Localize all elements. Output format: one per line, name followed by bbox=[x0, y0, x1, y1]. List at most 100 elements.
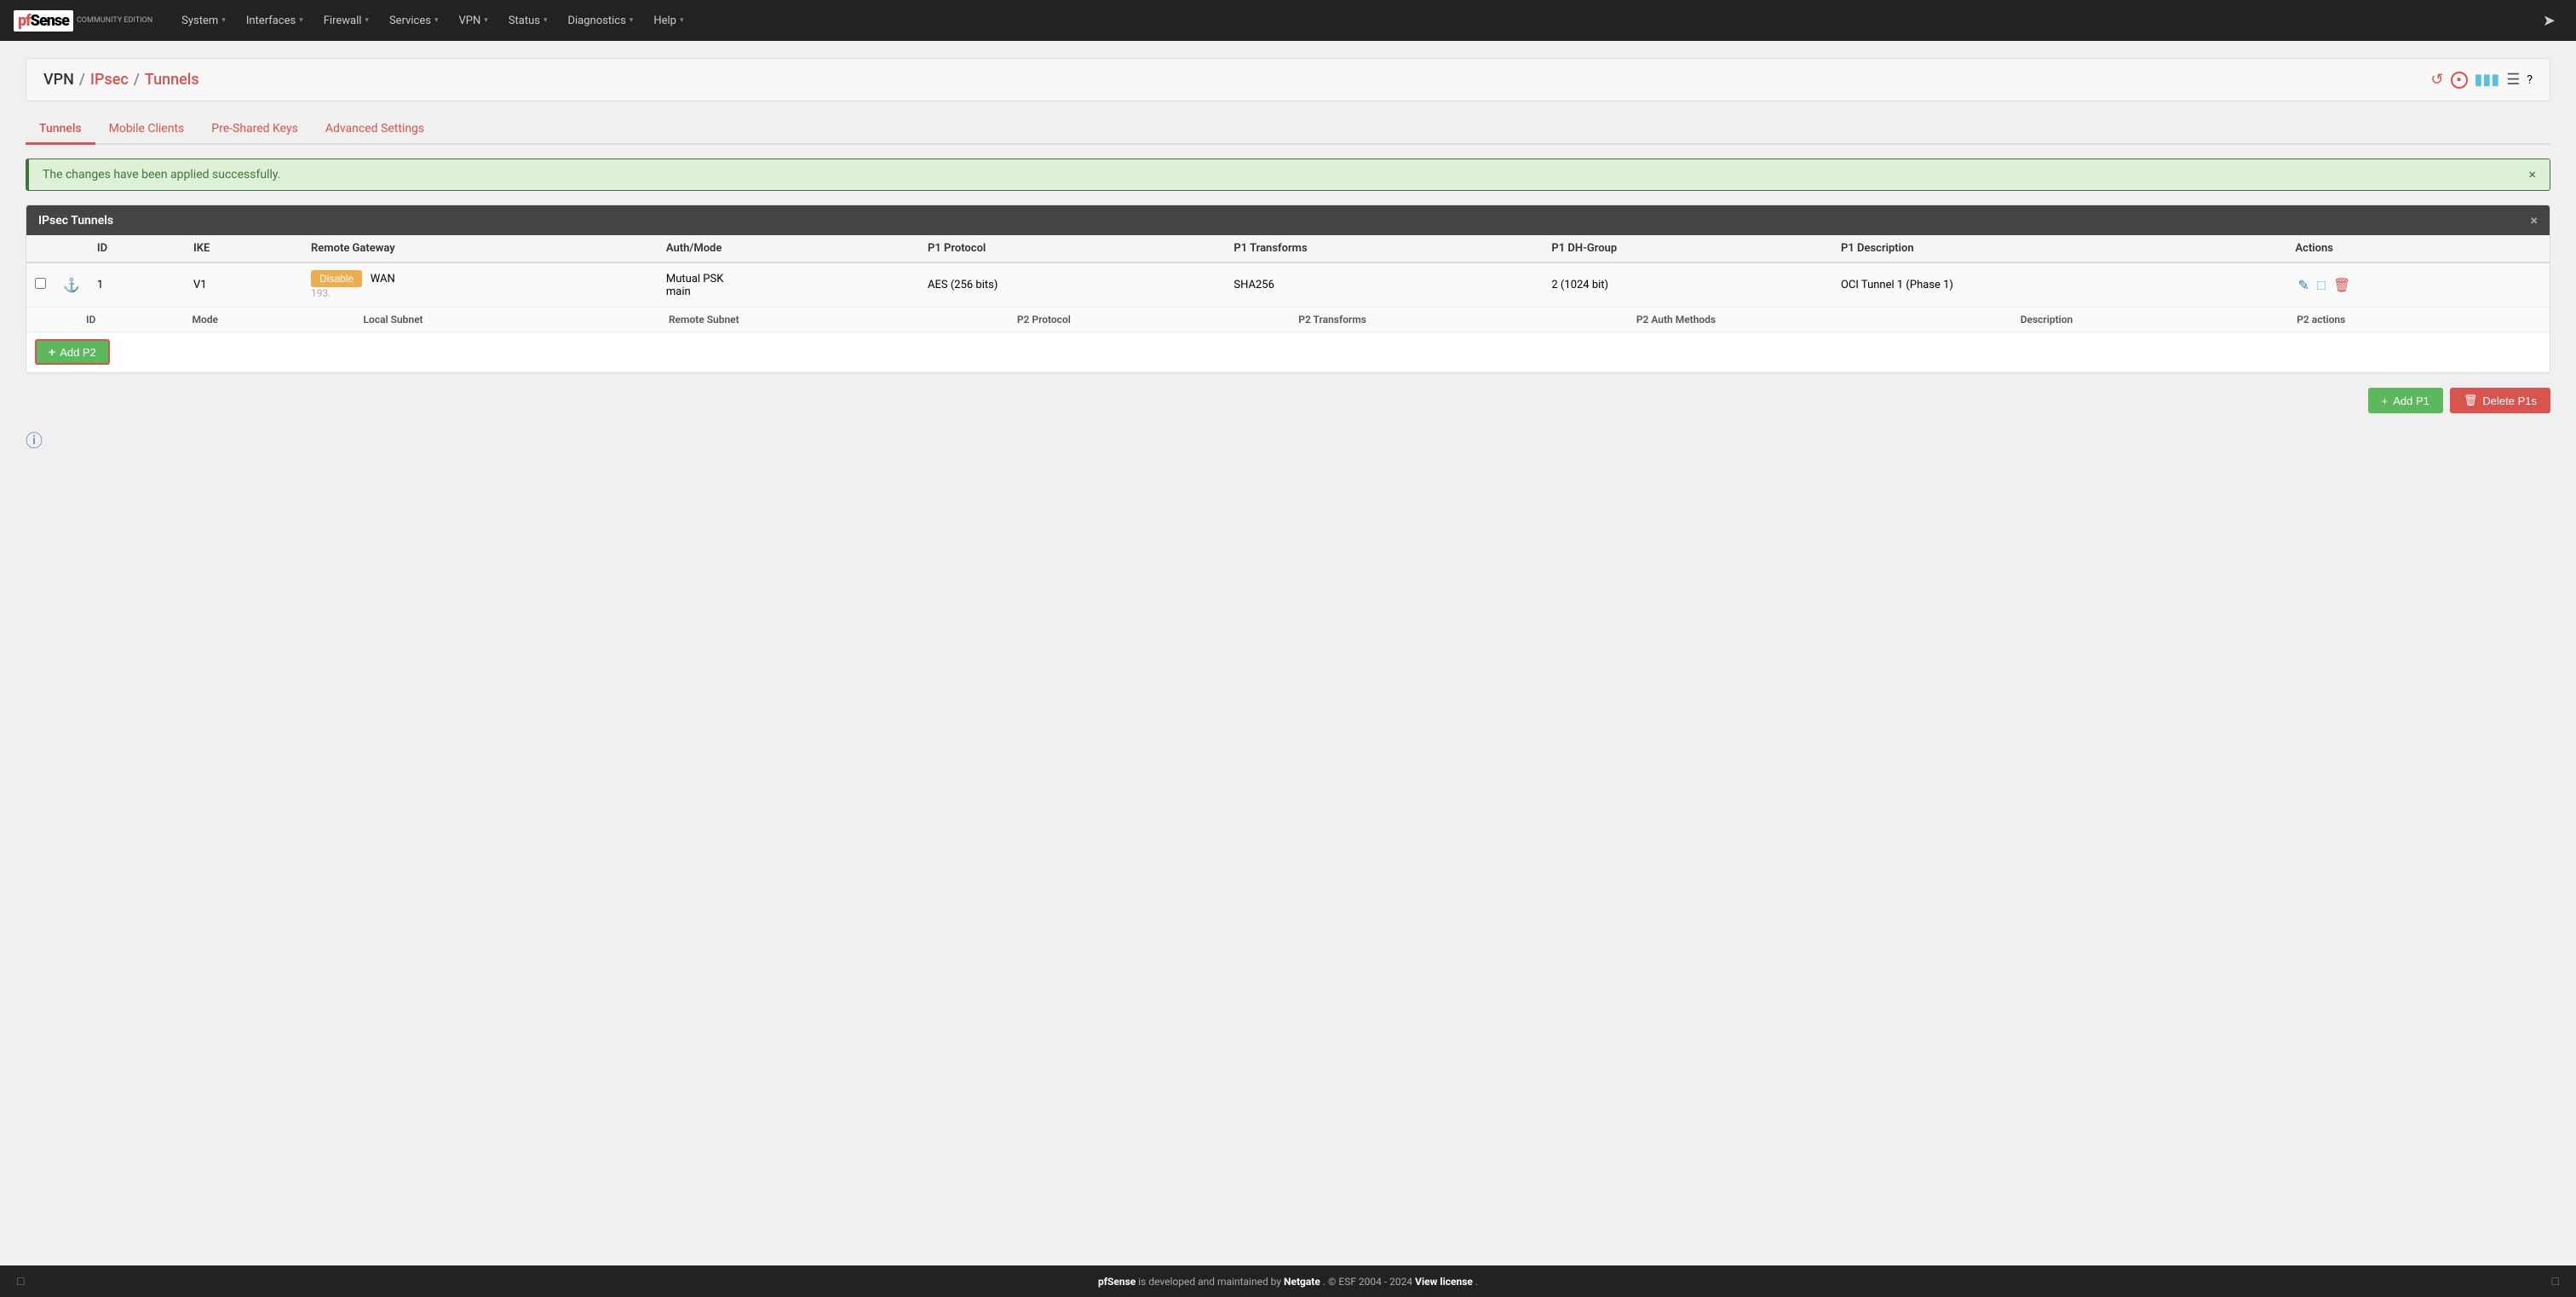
add-p2-label: Add P2 bbox=[60, 346, 96, 359]
anchor-icon[interactable]: ⚓ bbox=[63, 277, 80, 293]
tabs: Tunnels Mobile Clients Pre-Shared Keys A… bbox=[26, 115, 2550, 145]
footer-netgate: Netgate bbox=[1284, 1276, 1320, 1288]
breadcrumb-ipsec[interactable]: IPsec bbox=[90, 71, 129, 89]
content-wrapper: VPN / IPsec / Tunnels ↺ ● ▮▮▮ ☰ ? Tunnel… bbox=[0, 41, 2576, 1265]
footer-left-icon[interactable]: □ bbox=[17, 1274, 24, 1288]
p2-table: ID Mode Local Subnet Remote Subnet P2 Pr… bbox=[26, 308, 2550, 372]
disable-button[interactable]: Disable bbox=[311, 270, 362, 287]
row-p1-protocol-cell: AES (256 bits) bbox=[919, 262, 1225, 308]
col-p1-transforms: P1 Transforms bbox=[1225, 235, 1543, 262]
chevron-down-icon: ▾ bbox=[365, 16, 369, 25]
col-anchor bbox=[55, 235, 89, 262]
navbar-item-services[interactable]: Services ▾ bbox=[381, 9, 447, 32]
row-remote-gateway-line1: WAN bbox=[371, 273, 395, 285]
row-p1-dh-group: 2 (1024 bit) bbox=[1551, 279, 1608, 291]
p2-add-cell: + Add P2 bbox=[26, 332, 2550, 372]
chevron-down-icon: ▾ bbox=[630, 16, 634, 25]
edit-icon[interactable]: ✎ bbox=[2297, 277, 2309, 293]
table-header-row: ID IKE Remote Gateway Auth/Mode P1 Proto… bbox=[26, 235, 2550, 262]
p2-col-p2-auth-methods: P2 Auth Methods bbox=[1628, 308, 2012, 332]
navbar-item-firewall[interactable]: Firewall ▾ bbox=[315, 9, 377, 32]
help-icon[interactable]: ? bbox=[2527, 73, 2533, 87]
row-actions-cell: ✎ □ 🗑 bbox=[2286, 262, 2550, 308]
breadcrumb-sep-2: / bbox=[134, 71, 140, 89]
navbar-item-help[interactable]: Help ▾ bbox=[645, 9, 692, 32]
info-icon[interactable]: ⓘ bbox=[26, 430, 43, 451]
navbar: pfSense COMMUNITY EDITION System ▾ Inter… bbox=[0, 0, 2576, 41]
row-id-cell: 1 bbox=[89, 262, 185, 308]
reload-icon[interactable]: ↺ bbox=[2430, 71, 2443, 89]
add-p2-button[interactable]: + Add P2 bbox=[35, 339, 110, 365]
row-ike: V1 bbox=[193, 279, 207, 291]
tab-advanced-settings[interactable]: Advanced Settings bbox=[312, 115, 438, 145]
panel-title: IPsec Tunnels bbox=[38, 214, 113, 228]
navbar-item-diagnostics-label: Diagnostics bbox=[567, 14, 625, 27]
row-remote-gateway-line2: 193. bbox=[311, 287, 331, 299]
p2-col-p2-protocol: P2 Protocol bbox=[1009, 308, 1290, 332]
row-checkbox[interactable] bbox=[35, 278, 46, 289]
row-auth-mode-line2: main bbox=[666, 285, 691, 298]
p2-col-id: ID bbox=[78, 308, 184, 332]
row-p1-protocol: AES (256 bits) bbox=[928, 279, 998, 291]
panel-heading: IPsec Tunnels × bbox=[26, 205, 2550, 235]
footer-middle-text: is developed and maintained by bbox=[1138, 1276, 1284, 1288]
footer-end-text: . bbox=[1475, 1276, 1478, 1288]
alert-close-button[interactable]: × bbox=[2528, 168, 2536, 182]
navbar-item-services-label: Services bbox=[389, 14, 431, 27]
tab-mobile-clients[interactable]: Mobile Clients bbox=[95, 115, 198, 145]
footer-after-text: . © ESF 2004 - 2024 bbox=[1323, 1276, 1415, 1288]
chevron-down-icon: ▾ bbox=[484, 16, 488, 25]
navbar-item-help-label: Help bbox=[653, 14, 676, 27]
row-remote-gateway-cell: Disable WAN 193. bbox=[302, 262, 658, 308]
delete-p1s-button[interactable]: 🗑 Delete P1s bbox=[2450, 388, 2550, 413]
navbar-item-vpn-label: VPN bbox=[458, 14, 480, 27]
tab-tunnels[interactable]: Tunnels bbox=[26, 115, 95, 145]
delete-icon[interactable]: 🗑 bbox=[2333, 277, 2350, 293]
footer-brand: pfSense bbox=[1098, 1276, 1136, 1288]
tab-pre-shared-keys[interactable]: Pre-Shared Keys bbox=[198, 115, 312, 145]
list-icon[interactable]: ☰ bbox=[2506, 71, 2520, 89]
row-p1-description-cell: OCI Tunnel 1 (Phase 1) bbox=[1832, 262, 2286, 308]
navbar-item-system[interactable]: System ▾ bbox=[173, 9, 234, 32]
signout-button[interactable]: ➤ bbox=[2536, 9, 2562, 33]
navbar-item-interfaces-label: Interfaces bbox=[246, 14, 296, 27]
navbar-item-status-label: Status bbox=[509, 14, 540, 27]
navbar-item-vpn[interactable]: VPN ▾ bbox=[450, 9, 496, 32]
col-p1-protocol: P1 Protocol bbox=[919, 235, 1225, 262]
panel-close-button[interactable]: × bbox=[2531, 212, 2539, 228]
chart-icon[interactable]: ▮▮▮ bbox=[2475, 71, 2500, 89]
chevron-down-icon: ▾ bbox=[434, 16, 439, 25]
col-checkbox bbox=[26, 235, 55, 262]
col-p1-description: P1 Description bbox=[1832, 235, 2286, 262]
p2-col-mode: Mode bbox=[184, 308, 355, 332]
add-p1-plus-icon: + bbox=[2382, 395, 2389, 407]
col-auth-mode: Auth/Mode bbox=[658, 235, 919, 262]
col-actions: Actions bbox=[2286, 235, 2550, 262]
breadcrumb-vpn: VPN bbox=[43, 71, 74, 89]
navbar-item-interfaces[interactable]: Interfaces ▾ bbox=[238, 9, 312, 32]
stop-icon[interactable]: ● bbox=[2451, 72, 2468, 89]
row-checkbox-cell bbox=[26, 262, 55, 308]
chevron-down-icon: ▾ bbox=[221, 16, 226, 25]
row-ike-cell: V1 bbox=[185, 262, 302, 308]
p2-header-row: ID Mode Local Subnet Remote Subnet P2 Pr… bbox=[26, 308, 2550, 332]
navbar-item-system-label: System bbox=[181, 14, 218, 27]
navbar-item-diagnostics[interactable]: Diagnostics ▾ bbox=[559, 9, 641, 32]
brand: pfSense COMMUNITY EDITION bbox=[14, 10, 152, 32]
p2-col-spacer bbox=[26, 308, 78, 332]
breadcrumb-tunnels[interactable]: Tunnels bbox=[145, 71, 199, 89]
edition-label: COMMUNITY EDITION bbox=[77, 16, 152, 26]
p2-col-local-subnet: Local Subnet bbox=[355, 308, 660, 332]
chevron-down-icon: ▾ bbox=[543, 16, 548, 25]
logo: pfSense bbox=[14, 10, 73, 32]
view-license-link[interactable]: View license bbox=[1415, 1276, 1473, 1288]
bottom-actions: + Add P1 🗑 Delete P1s bbox=[26, 388, 2550, 413]
add-p1-button[interactable]: + Add P1 bbox=[2368, 388, 2443, 413]
breadcrumb-sep-1: / bbox=[79, 71, 85, 89]
ipsec-tunnels-table: ID IKE Remote Gateway Auth/Mode P1 Proto… bbox=[26, 235, 2550, 373]
breadcrumb: VPN / IPsec / Tunnels bbox=[43, 71, 199, 89]
row-auth-mode-cell: Mutual PSK main bbox=[658, 262, 919, 308]
navbar-item-status[interactable]: Status ▾ bbox=[500, 9, 556, 32]
footer-right-icon[interactable]: □ bbox=[2552, 1274, 2559, 1288]
copy-icon[interactable]: □ bbox=[2317, 277, 2326, 293]
